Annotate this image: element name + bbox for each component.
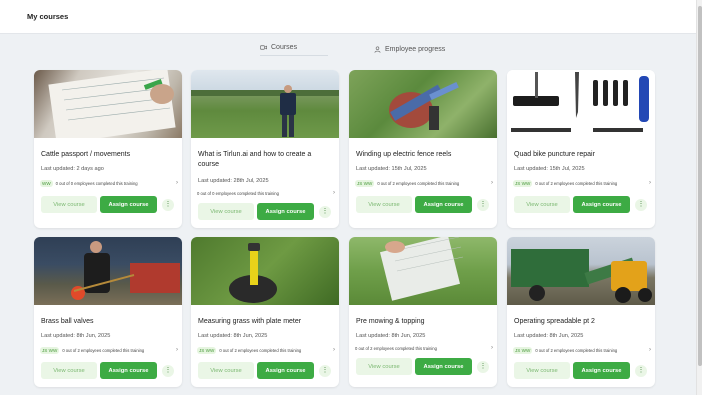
completion-row[interactable]: JS WW 0 out of 2 employees completed thi…	[355, 179, 493, 187]
view-course-button[interactable]: View course	[356, 196, 412, 213]
course-title: Cattle passport / movements	[41, 151, 131, 158]
scrollbar[interactable]	[696, 0, 702, 395]
chevron-right-icon[interactable]: ›	[176, 347, 178, 353]
chevron-right-icon[interactable]: ›	[491, 180, 493, 186]
completion-text: 0 out of 0 employees completed this trai…	[197, 190, 279, 196]
course-thumbnail[interactable]	[34, 237, 182, 305]
course-thumbnail[interactable]	[507, 70, 655, 138]
completion-row[interactable]: JS WW 0 out of 2 employees completed thi…	[513, 346, 651, 354]
view-course-button[interactable]: View course	[198, 203, 254, 220]
course-card[interactable]: Pre mowing & topping Last updated: 8th J…	[349, 237, 497, 387]
completion-text: 0 out of 2 employees completed this trai…	[377, 180, 460, 186]
course-updated: Last updated: 15th Jul, 2025	[356, 166, 427, 172]
more-options-icon[interactable]: ⋮	[477, 361, 489, 373]
course-card[interactable]: Winding up electric fence reels Last upd…	[349, 70, 497, 228]
chevron-right-icon[interactable]: ›	[649, 180, 651, 186]
avatar-badge: WW	[40, 179, 53, 187]
view-course-button[interactable]: View course	[41, 196, 97, 213]
chevron-right-icon[interactable]: ›	[491, 345, 493, 351]
tab-employee-progress[interactable]: Employee progress	[374, 42, 464, 56]
course-title: Winding up electric fence reels	[356, 151, 452, 158]
assign-course-button[interactable]: Assign course	[257, 203, 314, 220]
completion-text: 0 out of 2 employees completed this trai…	[219, 347, 302, 353]
more-options-icon[interactable]: ⋮	[162, 365, 174, 377]
course-card[interactable]: Measuring grass with plate meter Last up…	[191, 237, 339, 387]
course-updated: Last updated: 8th Jun, 2025	[198, 333, 268, 339]
course-title: Measuring grass with plate meter	[198, 318, 302, 325]
completion-row[interactable]: 0 out of 0 employees completed this trai…	[197, 189, 335, 197]
assign-course-button[interactable]: Assign course	[573, 196, 630, 213]
view-course-button[interactable]: View course	[514, 196, 570, 213]
more-options-icon[interactable]: ⋮	[477, 199, 489, 211]
course-title: What is Tirlun.ai and how to create a co…	[198, 151, 312, 168]
course-title: Quad bike puncture repair	[514, 151, 595, 158]
completion-text: 0 out of 2 employees completed this trai…	[535, 180, 618, 186]
completion-row[interactable]: JS WW 0 out of 2 employees completed thi…	[40, 346, 178, 354]
scrollbar-thumb[interactable]	[698, 6, 702, 366]
course-title: Brass ball valves	[41, 318, 94, 325]
user-icon	[374, 46, 381, 53]
completion-row[interactable]: 0 out of 2 employees completed this trai…	[355, 344, 493, 352]
more-options-icon[interactable]: ⋮	[162, 199, 174, 211]
tab-courses-label: Courses	[271, 44, 298, 51]
assign-course-button[interactable]: Assign course	[415, 358, 472, 375]
course-card[interactable]: What is Tirlun.ai and how to create a co…	[191, 70, 339, 228]
course-updated: Last updated: 8th Jun, 2025	[356, 333, 426, 339]
tab-bar: Courses Employee progress	[250, 42, 470, 58]
completion-text: 0 out of 2 employees completed this trai…	[62, 347, 145, 353]
chevron-right-icon[interactable]: ›	[649, 347, 651, 353]
view-course-button[interactable]: View course	[41, 362, 97, 379]
view-course-button[interactable]: View course	[198, 362, 254, 379]
course-thumbnail[interactable]	[507, 237, 655, 305]
video-icon	[260, 45, 267, 50]
assign-course-button[interactable]: Assign course	[257, 362, 314, 379]
avatar-badge: JS WW	[513, 179, 533, 187]
assign-course-button[interactable]: Assign course	[100, 196, 157, 213]
more-options-icon[interactable]: ⋮	[319, 206, 331, 218]
completion-row[interactable]: JS WW 0 out of 2 employees completed thi…	[197, 346, 335, 354]
course-thumbnail[interactable]	[349, 70, 497, 138]
page-title: My courses	[27, 12, 69, 21]
more-options-icon[interactable]: ⋮	[319, 365, 331, 377]
assign-course-button[interactable]: Assign course	[415, 196, 472, 213]
course-updated: Last updated: 2 days ago	[41, 166, 104, 172]
avatar-badge: JS WW	[40, 346, 60, 354]
course-card[interactable]: Quad bike puncture repair Last updated: …	[507, 70, 655, 228]
course-card[interactable]: Operating spreadable pt 2 Last updated: …	[507, 237, 655, 387]
assign-course-button[interactable]: Assign course	[100, 362, 157, 379]
course-thumbnail[interactable]	[349, 237, 497, 305]
avatar-badge: JS WW	[355, 179, 375, 187]
course-thumbnail[interactable]	[34, 70, 182, 138]
course-updated: Last updated: 8th Jun, 2025	[41, 333, 111, 339]
avatar-badge: JS WW	[197, 346, 217, 354]
course-updated: Last updated: 8th Jun, 2025	[514, 333, 584, 339]
course-card[interactable]: Cattle passport / movements Last updated…	[34, 70, 182, 228]
more-options-icon[interactable]: ⋮	[635, 199, 647, 211]
completion-text: 0 out of 0 employees completed this trai…	[55, 180, 138, 186]
tab-employee-progress-label: Employee progress	[385, 45, 446, 53]
completion-row[interactable]: JS WW 0 out of 2 employees completed thi…	[513, 179, 651, 187]
course-thumbnail[interactable]	[191, 70, 339, 138]
chevron-right-icon[interactable]: ›	[333, 347, 335, 353]
top-bar: My courses	[0, 0, 696, 34]
course-title: Pre mowing & topping	[356, 318, 425, 325]
completion-row[interactable]: WW 0 out of 0 employees completed this t…	[40, 179, 178, 187]
assign-course-button[interactable]: Assign course	[573, 362, 630, 379]
view-course-button[interactable]: View course	[356, 358, 412, 375]
chevron-right-icon[interactable]: ›	[176, 180, 178, 186]
course-card[interactable]: Brass ball valves Last updated: 8th Jun,…	[34, 237, 182, 387]
chevron-right-icon[interactable]: ›	[333, 190, 335, 196]
completion-text: 0 out of 2 employees completed this trai…	[535, 347, 618, 353]
more-options-icon[interactable]: ⋮	[635, 365, 647, 377]
view-course-button[interactable]: View course	[514, 362, 570, 379]
course-title: Operating spreadable pt 2	[514, 318, 595, 325]
tab-courses[interactable]: Courses	[260, 42, 328, 56]
avatar-badge: JS WW	[513, 346, 533, 354]
course-thumbnail[interactable]	[191, 237, 339, 305]
course-updated: Last updated: 28th Jul, 2025	[198, 178, 269, 184]
completion-text: 0 out of 2 employees completed this trai…	[355, 345, 437, 351]
course-updated: Last updated: 15th Jul, 2025	[514, 166, 585, 172]
